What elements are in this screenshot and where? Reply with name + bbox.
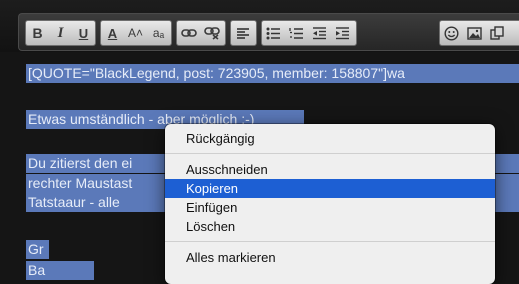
align-group [230, 20, 257, 46]
font-group: A A˄ aₐ [100, 20, 172, 46]
context-menu: Rückgängig Ausschneiden Kopieren Einfüge… [165, 124, 495, 284]
format-group: B I U [25, 20, 96, 46]
menu-separator [165, 241, 495, 242]
menu-item-select-all[interactable]: Alles markieren [165, 248, 495, 267]
menu-item-delete[interactable]: Löschen [165, 217, 495, 236]
editor-toolbar-area: B I U A A˄ aₐ [0, 0, 519, 52]
insert-group [439, 20, 519, 46]
align-left-icon[interactable] [231, 21, 254, 45]
menu-item-undo[interactable]: Rückgängig [165, 129, 495, 148]
menu-item-cut[interactable]: Ausschneiden [165, 160, 495, 179]
menu-separator [165, 153, 495, 154]
list-group [261, 20, 357, 46]
font-size-icon[interactable]: A˄ [124, 21, 147, 45]
underline-icon[interactable]: U [72, 21, 95, 45]
menu-item-paste[interactable]: Einfügen [165, 198, 495, 217]
outdent-icon[interactable] [308, 21, 331, 45]
numbered-list-icon[interactable] [285, 21, 308, 45]
link-icon[interactable] [177, 21, 200, 45]
unlink-icon[interactable] [200, 21, 223, 45]
media-icon[interactable] [486, 21, 509, 45]
link-group [176, 20, 226, 46]
bullet-list-icon[interactable] [262, 21, 285, 45]
image-icon[interactable] [463, 21, 486, 45]
font-color-icon[interactable]: A [101, 21, 124, 45]
indent-icon[interactable] [331, 21, 354, 45]
smiley-icon[interactable] [440, 21, 463, 45]
bold-icon[interactable]: B [26, 21, 49, 45]
text-line: [QUOTE="BlackLegend, post: 723905, membe… [26, 64, 519, 83]
editor-toolbar: B I U A A˄ aₐ [18, 13, 519, 51]
font-case-icon[interactable]: aₐ [147, 21, 170, 45]
text-line: Gr [26, 240, 49, 259]
italic-icon[interactable]: I [49, 21, 72, 45]
menu-item-copy[interactable]: Kopieren [165, 179, 495, 198]
